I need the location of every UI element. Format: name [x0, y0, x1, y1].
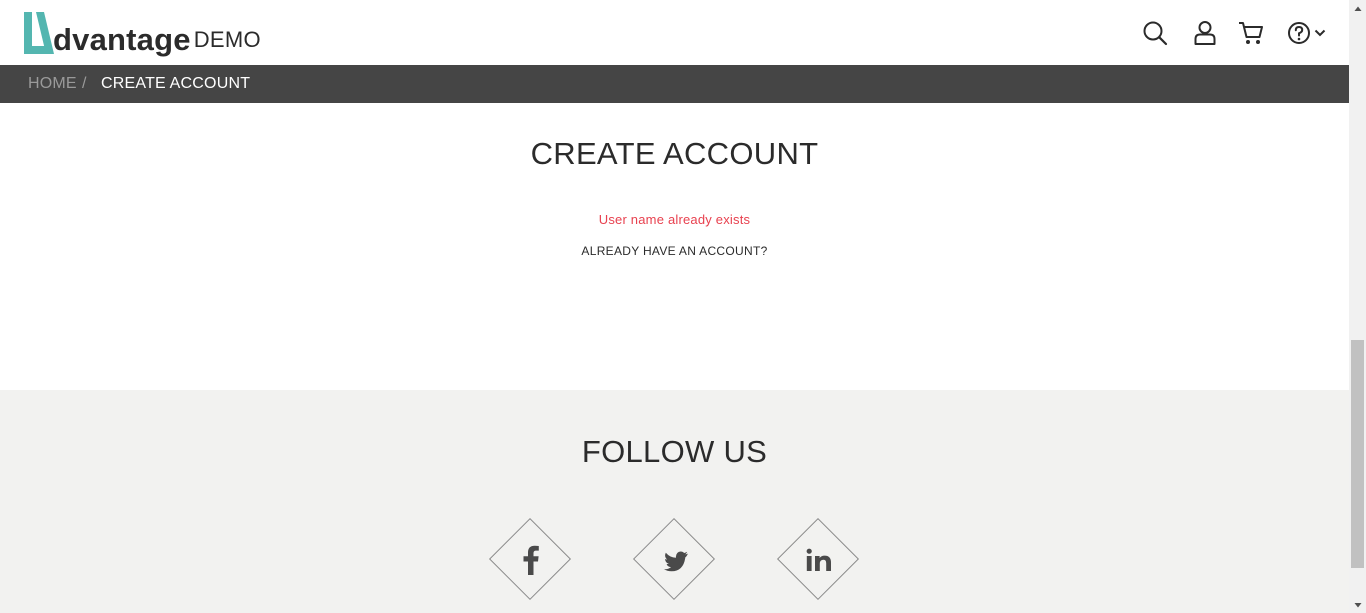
- twitter-link[interactable]: [632, 517, 716, 601]
- advantage-logo-icon: [24, 12, 54, 54]
- scroll-down-arrow[interactable]: [1349, 596, 1366, 613]
- user-menu-button[interactable]: [1190, 18, 1220, 48]
- scroll-down-icon: [1354, 602, 1361, 607]
- facebook-link[interactable]: [488, 517, 572, 601]
- breadcrumb-current: CREATE ACCOUNT: [101, 75, 251, 92]
- search-button[interactable]: [1140, 18, 1170, 48]
- cart-icon: [1239, 22, 1263, 44]
- scroll-up-arrow[interactable]: [1349, 0, 1366, 17]
- twitter-icon: [663, 551, 688, 572]
- scroll-up-icon: [1354, 6, 1361, 11]
- chevron-down-icon: [1314, 29, 1325, 37]
- help-menu-button[interactable]: [1284, 18, 1328, 48]
- error-message: User name already exists: [598, 212, 751, 227]
- already-have-account-link[interactable]: ALREADY HAVE AN ACCOUNT?: [581, 244, 767, 258]
- already-have-account-wrapper: ALREADY HAVE AN ACCOUNT?: [0, 244, 1349, 258]
- follow-us-title: FOLLOW US: [581, 434, 768, 469]
- vertical-scrollbar[interactable]: [1349, 0, 1366, 613]
- scrollbar-thumb[interactable]: [1351, 340, 1364, 568]
- user-icon: [1194, 21, 1216, 45]
- logo-wordmark: dvantage: [53, 22, 191, 57]
- help-icon: [1287, 22, 1310, 44]
- linkedin-icon: [806, 548, 831, 571]
- site-header: dvantage DEMO: [0, 0, 1349, 65]
- page: dvantage DEMO HOME / CREATE ACCOUNT CREA…: [0, 0, 1349, 613]
- breadcrumb-home-link[interactable]: HOME: [28, 75, 77, 93]
- facebook-icon: [523, 545, 539, 575]
- logo-demo-label: DEMO: [193, 27, 261, 52]
- search-icon: [1143, 21, 1168, 46]
- linkedin-link[interactable]: [776, 517, 860, 601]
- cart-button[interactable]: [1236, 18, 1266, 48]
- logo-link[interactable]: dvantage DEMO: [22, 8, 261, 57]
- page-title: CREATE ACCOUNT: [530, 136, 819, 171]
- footer: FOLLOW US: [0, 390, 1349, 613]
- breadcrumb: HOME / CREATE ACCOUNT: [0, 65, 1349, 103]
- breadcrumb-separator: /: [82, 75, 87, 92]
